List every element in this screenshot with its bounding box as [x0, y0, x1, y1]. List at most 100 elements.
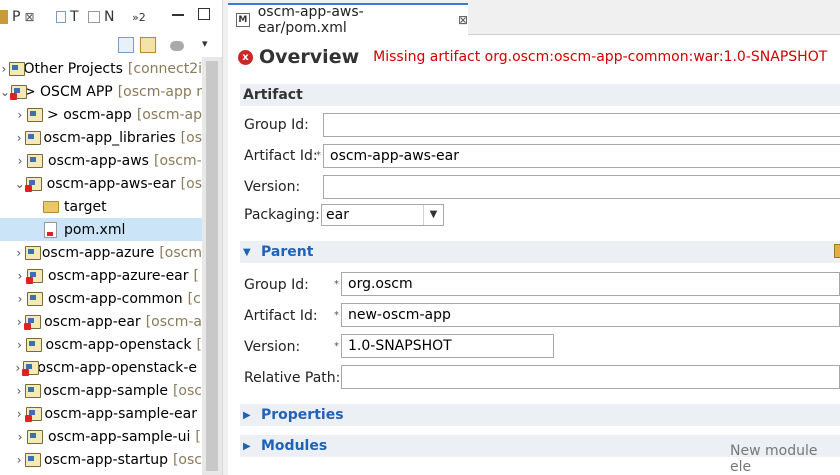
- parent-version-input[interactable]: [341, 334, 554, 358]
- chevron-right-icon[interactable]: ›: [14, 131, 24, 145]
- tree-item-label: oscm-app-ear: [44, 313, 141, 330]
- chevron-right-icon[interactable]: ›: [14, 108, 26, 122]
- tree-item[interactable]: › oscm-app-sample-ui[: [0, 425, 202, 448]
- view-menu-chevron-icon[interactable]: ▾: [202, 37, 208, 50]
- tree-item-label: oscm-app-common: [48, 290, 183, 307]
- chevron-right-icon[interactable]: ›: [14, 407, 25, 421]
- editor-tab-title: oscm-app-aws-ear/pom.xml: [257, 4, 364, 36]
- section-title: Artifact: [243, 87, 303, 103]
- tab-package-explorer[interactable]: P ⊠: [0, 6, 35, 28]
- tree-item-decoration: [oscm-ap: [136, 106, 202, 123]
- tree-item[interactable]: pom.xml: [0, 218, 202, 241]
- close-icon[interactable]: ⊠: [458, 13, 468, 27]
- chevron-right-icon[interactable]: ›: [14, 246, 24, 260]
- link-with-editor-icon[interactable]: [140, 37, 156, 53]
- chevron-right-icon[interactable]: ›: [14, 453, 24, 467]
- chevron-right-icon[interactable]: ›: [14, 430, 26, 444]
- tree-item-decoration: [osc: [172, 451, 202, 468]
- parent-group-id-input[interactable]: [341, 272, 840, 296]
- tree-item-label: oscm-app-aws-ear: [46, 175, 176, 192]
- relative-path-input[interactable]: [341, 365, 840, 389]
- project-tree: › Other Projects [connect2i ⌄ > OSCM APP [osc…: [0, 57, 202, 475]
- tree-item-decoration: [oscm-: [153, 152, 202, 169]
- chevron-right-icon[interactable]: ›: [14, 292, 26, 306]
- maven-project-icon: [24, 406, 42, 422]
- close-icon[interactable]: ⊠: [24, 10, 34, 24]
- required-marker: *: [334, 310, 339, 321]
- focus-icon[interactable]: [170, 41, 184, 51]
- artifact-id-label: Artifact Id:: [244, 148, 318, 164]
- tree-item-label: > OSCM APP: [23, 83, 113, 100]
- tree-item[interactable]: ⌄ > OSCM APP [oscm-app r: [0, 80, 202, 103]
- tree-item[interactable]: target: [0, 195, 202, 218]
- tree-item[interactable]: › oscm-app-ear [oscm-a: [0, 310, 202, 333]
- chevron-right-icon[interactable]: ›: [14, 269, 26, 283]
- tree-item[interactable]: › oscm-app-azure-ear[: [0, 264, 202, 287]
- packaging-select[interactable]: ear ▼: [321, 204, 444, 226]
- section-title: Properties: [261, 407, 344, 423]
- collapse-all-icon[interactable]: [118, 37, 134, 53]
- properties-section-header[interactable]: ▶ Properties: [240, 404, 840, 426]
- tab-navigator[interactable]: N: [88, 6, 114, 28]
- chevron-right-icon[interactable]: ›: [14, 154, 26, 168]
- artifact-id-input[interactable]: [323, 144, 840, 168]
- artifact-group-id-input[interactable]: [323, 113, 840, 137]
- chevron-down-icon[interactable]: ⌄: [14, 177, 25, 191]
- minimize-icon[interactable]: [172, 14, 184, 16]
- tree-item[interactable]: › > oscm-app [oscm-ap: [0, 103, 202, 126]
- tree-item[interactable]: › oscm-app-openstack-e: [0, 356, 202, 379]
- maximize-icon[interactable]: [198, 8, 210, 20]
- tab-type-hierarchy[interactable]: T: [56, 6, 79, 28]
- maven-project-icon: [25, 176, 43, 192]
- tree-item-label: oscm-app-sample-ear: [44, 405, 197, 422]
- chevron-right-icon[interactable]: ›: [14, 384, 24, 398]
- tree-item[interactable]: › Other Projects [connect2i: [0, 57, 203, 80]
- tree-item[interactable]: › oscm-app-sample-ear: [0, 402, 202, 425]
- chevron-right-icon[interactable]: ›: [14, 315, 24, 329]
- error-icon: x: [238, 49, 253, 65]
- relative-path-label: Relative Path:: [244, 370, 341, 386]
- tree-item[interactable]: › oscm-app-common [c: [0, 287, 202, 310]
- tab-label: P: [12, 9, 21, 25]
- tree-item[interactable]: › oscm-app-openstack[: [0, 333, 202, 356]
- required-marker: *: [316, 150, 321, 161]
- editor-tab-pom[interactable]: M oscm-app-aws-ear/pom.xml ⊠: [228, 3, 468, 36]
- tree-item-decoration: [oscm-a: [145, 313, 202, 330]
- tree-item-decoration: [c: [187, 290, 201, 307]
- chevron-down-icon[interactable]: ⌄: [0, 85, 10, 99]
- tree-scrollbar[interactable]: [202, 57, 222, 475]
- tree-item[interactable]: › oscm-app-sample [osc: [0, 379, 202, 402]
- parent-artifact-id-input[interactable]: [341, 303, 840, 327]
- overflow-label: »2: [132, 10, 146, 24]
- error-message: Missing artifact org.oscm:oscm-app-commo…: [373, 49, 828, 65]
- parent-section-header[interactable]: ▼ Parent: [240, 241, 840, 263]
- tab-overflow[interactable]: »2: [132, 6, 146, 28]
- tree-item[interactable]: › oscm-app-azure [oscm: [0, 241, 202, 264]
- chevron-right-icon[interactable]: ›: [14, 338, 25, 352]
- folder-icon: [42, 199, 60, 215]
- maven-project-icon: [24, 383, 42, 399]
- new-module-hint: New module ele: [730, 443, 818, 475]
- tree-item[interactable]: › oscm-app_libraries [os: [0, 126, 202, 149]
- tree-item-decoration: [: [195, 428, 201, 445]
- parent-artifact-id-label: Artifact Id:: [244, 308, 318, 324]
- maven-project-icon: [21, 360, 39, 376]
- artifact-version-input[interactable]: [323, 175, 840, 199]
- tree-item[interactable]: ⌄ oscm-app-aws-ear [os: [0, 172, 202, 195]
- tree-item[interactable]: › oscm-app-aws [oscm-: [0, 149, 202, 172]
- maven-project-icon: [8, 61, 25, 77]
- tree-item-decoration: [os: [180, 129, 202, 146]
- maven-project-icon: [24, 245, 41, 261]
- tree-item-decoration: [osc: [172, 382, 202, 399]
- chevron-down-icon: ▼: [423, 205, 443, 225]
- chevron-right-icon[interactable]: ›: [0, 62, 8, 76]
- tree-item-label: oscm-app-sample-ui: [48, 428, 191, 445]
- tree-item[interactable]: › oscm-app-startup [osc: [0, 448, 202, 471]
- chevron-right-icon[interactable]: ›: [14, 361, 22, 375]
- artifact-section-header: Artifact: [240, 84, 840, 106]
- scrollbar-thumb[interactable]: [206, 61, 218, 471]
- packaging-value: ear: [326, 207, 349, 223]
- edit-pencil-icon[interactable]: [834, 244, 840, 258]
- maven-project-icon: [10, 84, 28, 100]
- tree-item-label: oscm-app_libraries: [43, 129, 176, 146]
